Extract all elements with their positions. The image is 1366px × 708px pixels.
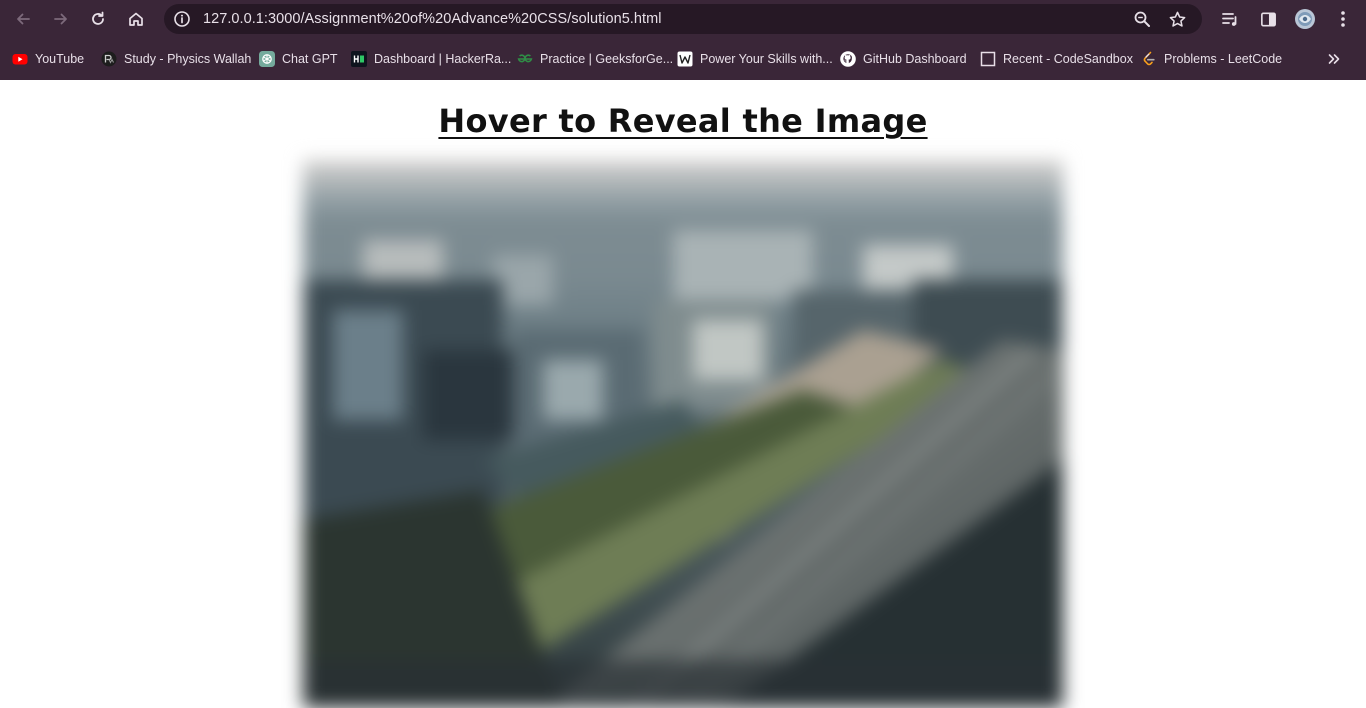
bookmark-power-your-skills[interactable]: Power Your Skills with... [677, 49, 833, 69]
physics-wallah-icon [101, 51, 117, 67]
zoom-icon [1134, 11, 1150, 27]
youtube-icon [12, 51, 28, 67]
bookmark-label: Study - Physics Wallah [124, 52, 252, 66]
bookmark-geeksforgeeks[interactable]: Practice | GeeksforGe... [517, 49, 673, 69]
home-icon [129, 12, 143, 26]
github-icon [840, 51, 856, 67]
bookmark-label: Power Your Skills with... [700, 52, 833, 66]
geeksforgeeks-icon [517, 51, 533, 67]
hackerrank-icon [351, 51, 367, 67]
double-chevron-right-icon [1328, 54, 1340, 64]
page-title: Hover to Reveal the Image [438, 102, 928, 140]
url-text[interactable]: 127.0.0.1:3000/Assignment%20of%20Advance… [203, 4, 661, 34]
reload-icon [92, 11, 104, 25]
forward-button[interactable] [47, 5, 75, 33]
bookmark-chatgpt[interactable]: Chat GPT [259, 49, 338, 69]
browser-toolbar: 127.0.0.1:3000/Assignment%20of%20Advance… [0, 0, 1366, 38]
codesandbox-icon [980, 51, 996, 67]
bookmark-label: GitHub Dashboard [863, 52, 967, 66]
side-panel-icon [1260, 12, 1276, 26]
avatar-icon [1295, 9, 1315, 29]
reading-list-button[interactable] [1218, 7, 1242, 31]
info-icon [174, 11, 190, 27]
bookmark-physics-wallah[interactable]: Study - Physics Wallah [101, 49, 251, 69]
bookmark-label: YouTube [35, 52, 85, 66]
side-panel-button[interactable] [1256, 7, 1280, 31]
chatgpt-icon [259, 51, 275, 67]
browser-menu-button[interactable] [1331, 7, 1355, 31]
address-bar[interactable]: 127.0.0.1:3000/Assignment%20of%20Advance… [164, 4, 1202, 34]
bookmark-label: Chat GPT [282, 52, 338, 66]
more-bookmarks-button[interactable] [1324, 49, 1344, 69]
star-icon [1169, 11, 1185, 27]
kebab-menu-icon [1341, 11, 1345, 27]
bookmark-label: Recent - CodeSandbox [1003, 52, 1133, 66]
arrow-right-icon [54, 13, 67, 25]
profile-button[interactable] [1293, 7, 1317, 31]
page-content: Hover to Reveal the Image [0, 80, 1366, 708]
bookmarks-bar: YouTube Study - Physics Wallah Chat GPT … [0, 38, 1366, 80]
arrow-left-icon [17, 13, 30, 25]
bookmark-youtube[interactable]: YouTube [12, 49, 84, 69]
bookmark-hackerrank[interactable]: Dashboard | HackerRa... [351, 49, 511, 69]
home-button[interactable] [122, 5, 150, 33]
blurred-city-image [303, 160, 1063, 708]
reload-button[interactable] [84, 5, 112, 33]
leetcode-icon [1141, 51, 1157, 67]
bookmark-label: Practice | GeeksforGe... [540, 52, 674, 66]
bookmark-leetcode[interactable]: Problems - LeetCode [1141, 49, 1282, 69]
bookmark-label: Dashboard | HackerRa... [374, 52, 512, 66]
reveal-image[interactable] [303, 160, 1063, 708]
site-info-button[interactable] [172, 9, 192, 29]
site-icon [677, 51, 693, 67]
bookmark-star-button[interactable] [1166, 8, 1188, 30]
back-button[interactable] [9, 5, 37, 33]
bookmark-label: Problems - LeetCode [1164, 52, 1283, 66]
reading-list-icon [1222, 13, 1237, 26]
bookmark-github[interactable]: GitHub Dashboard [840, 49, 967, 69]
zoom-button[interactable] [1131, 8, 1153, 30]
bookmark-codesandbox[interactable]: Recent - CodeSandbox [980, 49, 1133, 69]
